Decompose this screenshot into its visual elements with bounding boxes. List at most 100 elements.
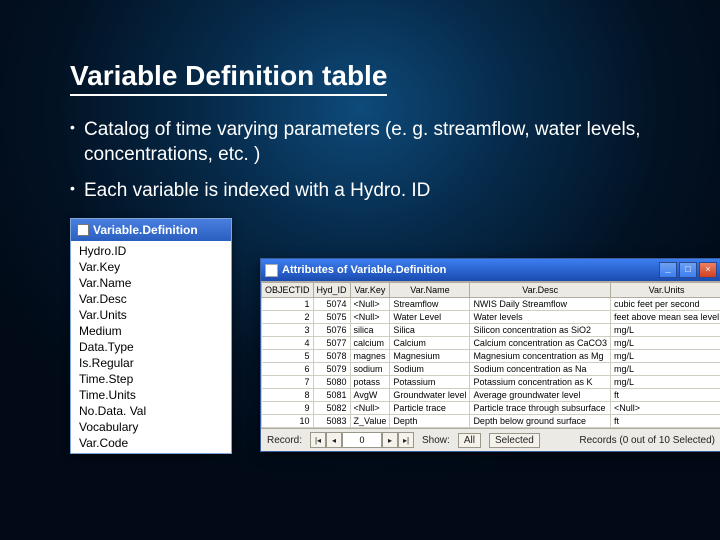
attributes-grid[interactable]: OBJECTID Hyd_ID Var.Key Var.Name Var.Des…	[261, 281, 720, 428]
cell[interactable]: Average groundwater level	[470, 389, 611, 402]
col-header[interactable]: Var.Desc	[470, 283, 611, 298]
maximize-button[interactable]: □	[679, 262, 697, 278]
cell[interactable]: Silica	[390, 324, 470, 337]
close-button[interactable]: ×	[699, 262, 717, 278]
cell[interactable]: Sodium	[390, 363, 470, 376]
cell[interactable]: mg/L	[611, 363, 720, 376]
cell[interactable]: Potassium concentration as K	[470, 376, 611, 389]
cell[interactable]: mg/L	[611, 324, 720, 337]
cell[interactable]: ft	[611, 389, 720, 402]
cell[interactable]: Water Level	[390, 311, 470, 324]
col-header[interactable]: Var.Key	[350, 283, 390, 298]
cell[interactable]: Magnesium concentration as Mg	[470, 350, 611, 363]
field-item[interactable]: Medium	[71, 323, 231, 339]
nav-first-button[interactable]: |◂	[310, 432, 326, 448]
table-row[interactable]: 15074<Null>StreamflowNWIS Daily Streamfl…	[262, 298, 720, 311]
field-item[interactable]: Data.Type	[71, 339, 231, 355]
cell[interactable]: 5079	[313, 363, 350, 376]
cell[interactable]: Z_Value	[350, 415, 390, 428]
field-item[interactable]: Hydro.ID	[71, 243, 231, 259]
cell[interactable]: 3	[262, 324, 314, 337]
table-row[interactable]: 95082<Null>Particle traceParticle trace …	[262, 402, 720, 415]
col-header[interactable]: Var.Name	[390, 283, 470, 298]
cell[interactable]: silica	[350, 324, 390, 337]
cell[interactable]: mg/L	[611, 337, 720, 350]
attributes-titlebar[interactable]: Attributes of Variable.Definition _ □ ×	[261, 259, 720, 281]
cell[interactable]: 5077	[313, 337, 350, 350]
cell[interactable]: mg/L	[611, 350, 720, 363]
field-item[interactable]: Var.Key	[71, 259, 231, 275]
cell[interactable]: Calcium	[390, 337, 470, 350]
cell[interactable]: potass	[350, 376, 390, 389]
table-row[interactable]: 55078magnesMagnesiumMagnesium concentrat…	[262, 350, 720, 363]
cell[interactable]: feet above mean sea level	[611, 311, 720, 324]
cell[interactable]: Sodium concentration as Na	[470, 363, 611, 376]
cell[interactable]: Particle trace	[390, 402, 470, 415]
cell[interactable]: <Null>	[611, 402, 720, 415]
col-header[interactable]: Var.Units	[611, 283, 720, 298]
field-item[interactable]: Is.Regular	[71, 355, 231, 371]
cell[interactable]: 1	[262, 298, 314, 311]
field-item[interactable]: Var.Units	[71, 307, 231, 323]
table-row[interactable]: 65079sodiumSodiumSodium concentration as…	[262, 363, 720, 376]
cell[interactable]: 5076	[313, 324, 350, 337]
cell[interactable]: Potassium	[390, 376, 470, 389]
cell[interactable]: 8	[262, 389, 314, 402]
cell[interactable]: Magnesium	[390, 350, 470, 363]
cell[interactable]: Water levels	[470, 311, 611, 324]
table-row[interactable]: 45077calciumCalciumCalcium concentration…	[262, 337, 720, 350]
minimize-button[interactable]: _	[659, 262, 677, 278]
cell[interactable]: 5078	[313, 350, 350, 363]
cell[interactable]: Silicon concentration as SiO2	[470, 324, 611, 337]
cell[interactable]: magnes	[350, 350, 390, 363]
cell[interactable]: Calcium concentration as CaCO3	[470, 337, 611, 350]
cell[interactable]: 7	[262, 376, 314, 389]
cell[interactable]: cubic feet per second	[611, 298, 720, 311]
cell[interactable]: Depth	[390, 415, 470, 428]
table-row[interactable]: 35076silicaSilicaSilicon concentration a…	[262, 324, 720, 337]
cell[interactable]: Depth below ground surface	[470, 415, 611, 428]
cell[interactable]: Groundwater level	[390, 389, 470, 402]
cell[interactable]: 5	[262, 350, 314, 363]
cell[interactable]: 10	[262, 415, 314, 428]
cell[interactable]: 5083	[313, 415, 350, 428]
field-item[interactable]: Var.Name	[71, 275, 231, 291]
table-row[interactable]: 105083Z_ValueDepthDepth below ground sur…	[262, 415, 720, 428]
show-all-button[interactable]: All	[458, 433, 481, 448]
cell[interactable]: 5081	[313, 389, 350, 402]
field-item[interactable]: Time.Units	[71, 387, 231, 403]
cell[interactable]: 5082	[313, 402, 350, 415]
cell[interactable]: sodium	[350, 363, 390, 376]
cell[interactable]: ft	[611, 415, 720, 428]
field-item[interactable]: Var.Desc	[71, 291, 231, 307]
cell[interactable]: 5080	[313, 376, 350, 389]
cell[interactable]: 5075	[313, 311, 350, 324]
cell[interactable]: <Null>	[350, 402, 390, 415]
show-selected-button[interactable]: Selected	[489, 433, 540, 448]
field-item[interactable]: No.Data. Val	[71, 403, 231, 419]
cell[interactable]: NWIS Daily Streamflow	[470, 298, 611, 311]
nav-prev-button[interactable]: ◂	[326, 432, 342, 448]
cell[interactable]: <Null>	[350, 298, 390, 311]
cell[interactable]: 9	[262, 402, 314, 415]
cell[interactable]: Particle trace through subsurface	[470, 402, 611, 415]
cell[interactable]: AvgW	[350, 389, 390, 402]
cell[interactable]: <Null>	[350, 311, 390, 324]
table-row[interactable]: 75080potassPotassiumPotassium concentrat…	[262, 376, 720, 389]
cell[interactable]: 6	[262, 363, 314, 376]
field-item[interactable]: Time.Step	[71, 371, 231, 387]
col-header[interactable]: Hyd_ID	[313, 283, 350, 298]
cell[interactable]: 2	[262, 311, 314, 324]
cell[interactable]: calcium	[350, 337, 390, 350]
field-item[interactable]: Vocabulary	[71, 419, 231, 435]
cell[interactable]: Streamflow	[390, 298, 470, 311]
col-header[interactable]: OBJECTID	[262, 283, 314, 298]
nav-last-button[interactable]: ▸|	[398, 432, 414, 448]
table-row[interactable]: 85081AvgWGroundwater levelAverage ground…	[262, 389, 720, 402]
cell[interactable]: mg/L	[611, 376, 720, 389]
field-item[interactable]: Var.Code	[71, 435, 231, 451]
cell[interactable]: 5074	[313, 298, 350, 311]
table-row[interactable]: 25075<Null>Water LevelWater levelsfeet a…	[262, 311, 720, 324]
cell[interactable]: 4	[262, 337, 314, 350]
record-input[interactable]	[342, 432, 382, 448]
